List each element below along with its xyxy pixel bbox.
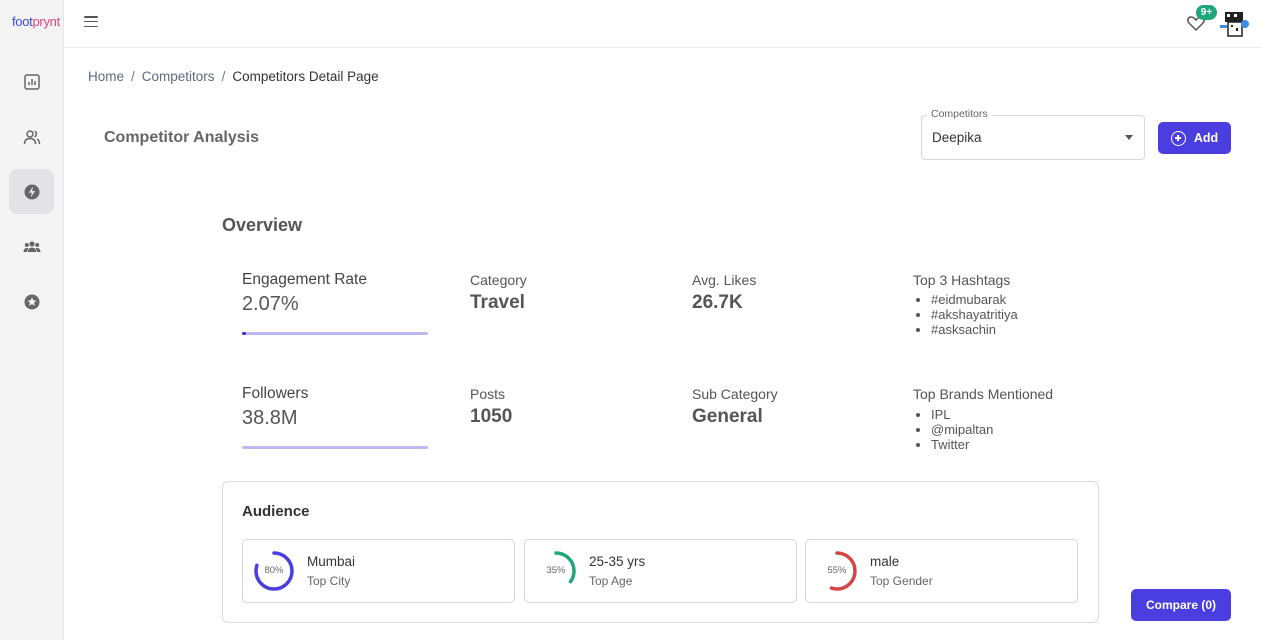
audience-percent: 80% <box>264 565 284 576</box>
audience-value: Mumbai <box>307 554 356 569</box>
hashtag-item: #akshayatritiya <box>931 307 1018 322</box>
audience-value: 25-35 yrs <box>589 554 646 569</box>
audience-card-city: 80% Mumbai Top City <box>242 539 515 603</box>
posts-value: 1050 <box>470 406 513 427</box>
plus-circle-icon <box>1170 130 1186 146</box>
posts-stat: Posts 1050 <box>470 386 512 428</box>
category-stat: Category Travel <box>470 272 527 314</box>
brand-item: @mipaltan <box>931 422 1053 437</box>
bar-chart-icon <box>23 73 40 90</box>
competitor-select-value: Deepika <box>932 130 982 145</box>
sidebar-item-users[interactable] <box>9 114 54 159</box>
breadcrumb: Home / Competitors / Competitors Detail Page <box>88 69 379 84</box>
chevron-down-icon[interactable] <box>1125 135 1133 140</box>
avatar[interactable] <box>1220 10 1250 38</box>
breadcrumb-separator: / <box>131 69 135 84</box>
menu-icon[interactable] <box>84 16 98 30</box>
category-value: Travel <box>470 292 525 313</box>
breadcrumb-home[interactable]: Home <box>88 69 124 84</box>
avg-likes-stat: Avg. Likes 26.7K <box>692 272 756 314</box>
sidebar-item-favorites[interactable] <box>9 279 54 324</box>
audience-label: Top City <box>307 574 351 588</box>
star-icon <box>24 294 39 309</box>
top-bar: 9+ <box>64 0 1262 48</box>
app-logo[interactable]: footprynt <box>12 14 60 29</box>
posts-label: Posts <box>470 386 506 402</box>
sub-category-stat: Sub Category General <box>692 386 778 428</box>
hashtags-label: Top 3 Hashtags <box>913 272 1011 288</box>
sidebar-item-analytics[interactable] <box>9 59 54 104</box>
breadcrumb-competitors[interactable]: Competitors <box>142 69 215 84</box>
lightning-icon <box>24 184 39 199</box>
users-icon <box>23 129 40 144</box>
hashtag-item: #asksachin <box>931 322 1018 337</box>
avg-likes-label: Avg. Likes <box>692 272 757 288</box>
notification-badge: 9+ <box>1196 5 1217 20</box>
audience-label: Top Gender <box>870 574 933 588</box>
audience-card-gender: 55% male Top Gender <box>805 539 1078 603</box>
followers-label: Followers <box>242 385 309 402</box>
followers-stat: Followers 38.8M <box>242 385 308 430</box>
breadcrumb-current: Competitors Detail Page <box>232 69 379 84</box>
audience-value: male <box>870 554 900 569</box>
group-icon <box>23 240 40 252</box>
category-label: Category <box>470 272 527 288</box>
page-title: Competitor Analysis <box>104 129 259 146</box>
sidebar: footprynt <box>0 0 64 640</box>
brands-stat: Top Brands Mentioned IPL @mipaltan Twitt… <box>913 386 1053 452</box>
audience-label: Top Age <box>589 574 633 588</box>
breadcrumb-separator: / <box>221 69 226 84</box>
audience-percent: 55% <box>827 565 847 576</box>
overview-title: Overview <box>222 215 303 235</box>
sub-category-label: Sub Category <box>692 386 778 402</box>
sub-category-value: General <box>692 406 763 427</box>
sidebar-item-competitors[interactable] <box>9 169 54 214</box>
engagement-rate-bar <box>242 332 428 335</box>
brand-item: Twitter <box>931 437 1053 452</box>
brands-list: IPL @mipaltan Twitter <box>913 407 1053 452</box>
add-button-label: Add <box>1193 131 1219 145</box>
brands-label: Top Brands Mentioned <box>913 386 1054 402</box>
compare-button[interactable]: Compare (0) <box>1131 589 1231 621</box>
add-button[interactable]: Add <box>1158 122 1231 154</box>
sidebar-item-groups[interactable] <box>9 224 54 269</box>
engagement-rate-bar-fill <box>242 332 246 335</box>
competitor-select-label: Competitors <box>927 108 992 120</box>
brand-item: IPL <box>931 407 1053 422</box>
hashtag-item: #eidmubarak <box>931 292 1018 307</box>
engagement-rate-value: 2.07% <box>242 293 299 315</box>
followers-value: 38.8M <box>242 407 298 429</box>
hashtags-stat: Top 3 Hashtags #eidmubarak #akshayatriti… <box>913 272 1018 337</box>
audience-card-age: 35% 25-35 yrs Top Age <box>524 539 797 603</box>
avg-likes-value: 26.7K <box>692 292 743 313</box>
audience-percent: 35% <box>546 565 566 576</box>
compare-button-label: Compare (0) <box>1145 598 1216 612</box>
hashtags-list: #eidmubarak #akshayatritiya #asksachin <box>913 292 1018 337</box>
audience-title: Audience <box>242 503 310 520</box>
engagement-rate-stat: Engagement Rate 2.07% <box>242 271 367 316</box>
engagement-rate-label: Engagement Rate <box>242 271 367 288</box>
followers-bar <box>242 446 428 449</box>
